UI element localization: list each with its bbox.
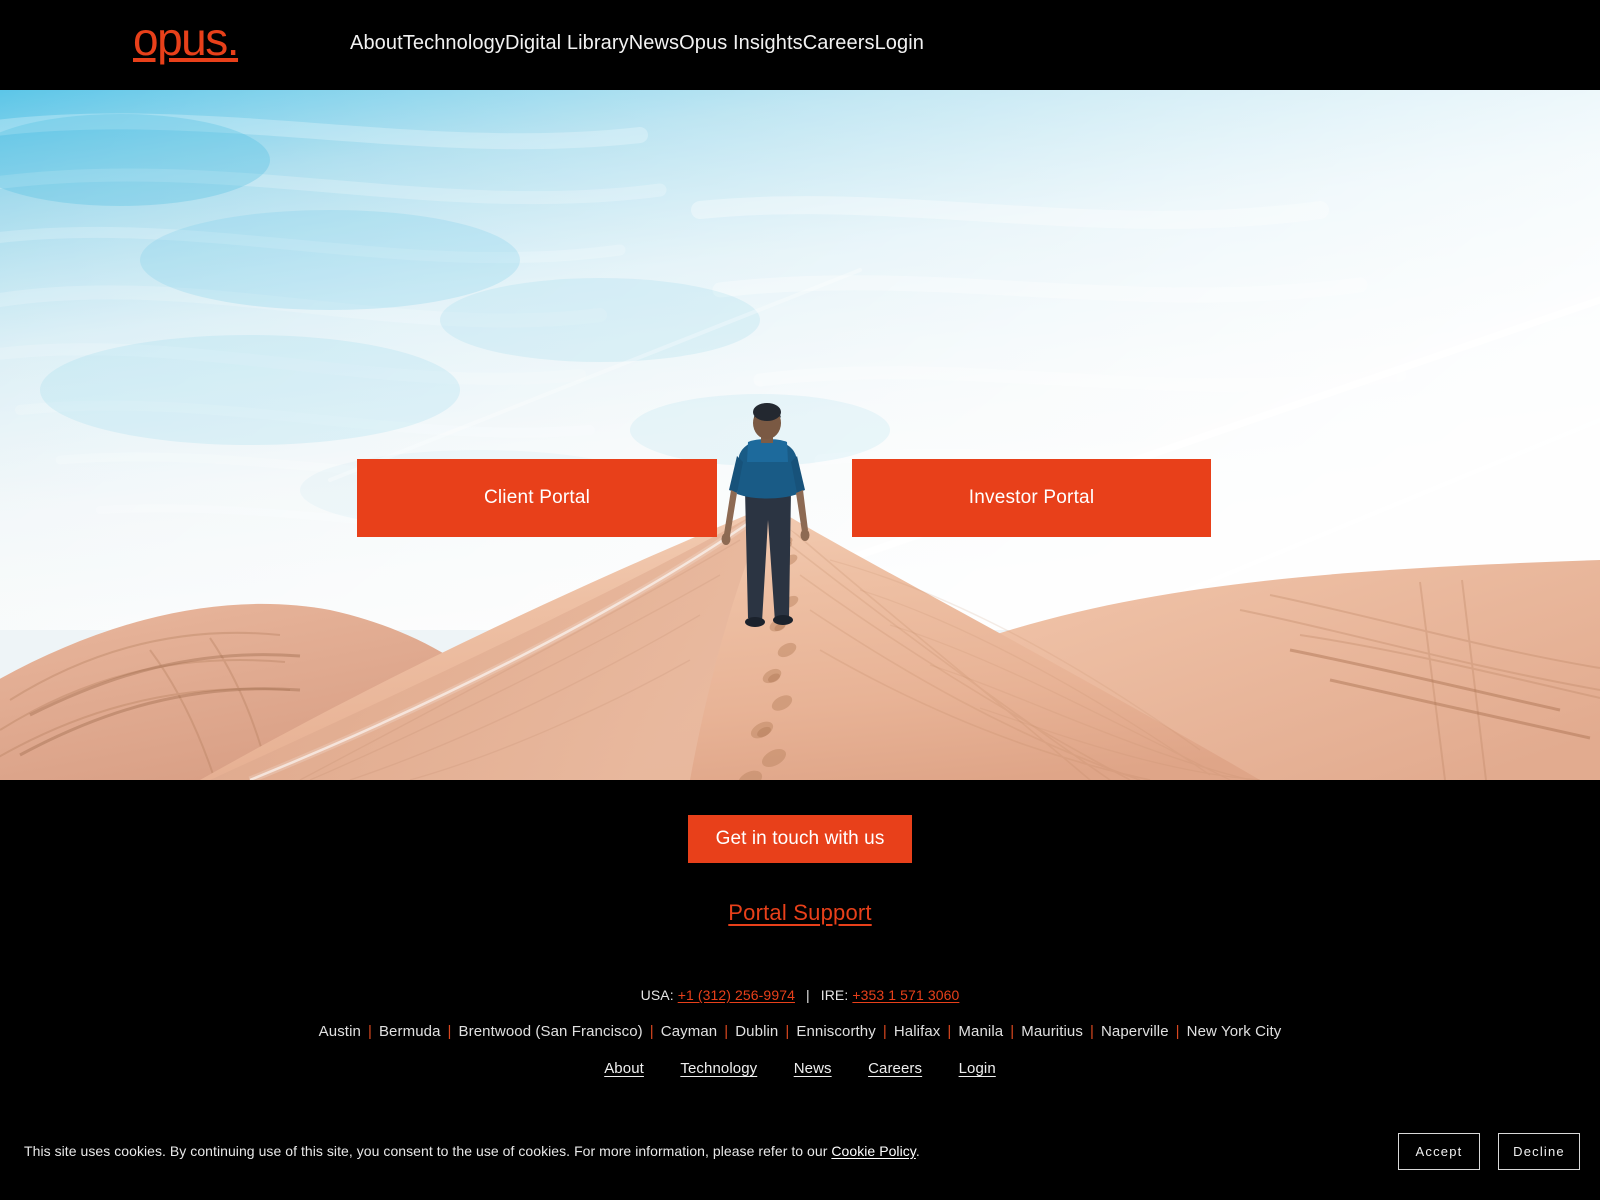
client-portal-button[interactable]: Client Portal xyxy=(357,459,717,537)
city-name: Austin xyxy=(318,1023,361,1040)
city-name: Cayman xyxy=(660,1023,718,1040)
footer-link-technology[interactable]: Technology xyxy=(680,1060,757,1077)
footer-link-careers[interactable]: Careers xyxy=(868,1060,922,1077)
city-name: Bermuda xyxy=(378,1023,441,1040)
cookie-accept-button[interactable]: Accept xyxy=(1398,1133,1480,1170)
site-header: opus. About Technology Digital Library N… xyxy=(0,0,1600,90)
cookie-message: This site uses cookies. By continuing us… xyxy=(24,1143,920,1159)
city-separator: | xyxy=(785,1023,790,1040)
cookie-policy-link[interactable]: Cookie Policy xyxy=(831,1143,915,1159)
city-name: Mauritius xyxy=(1021,1023,1083,1040)
footer-link-login[interactable]: Login xyxy=(959,1060,996,1077)
cookie-consent-banner: This site uses cookies. By continuing us… xyxy=(0,1112,1600,1200)
city-name: Dublin xyxy=(735,1023,779,1040)
city-separator: | xyxy=(1010,1023,1015,1040)
portal-support-container: Portal Support xyxy=(0,900,1600,926)
hero-section: Client Portal Investor Portal xyxy=(0,90,1600,780)
ire-label: IRE: xyxy=(820,987,849,1003)
get-in-touch-button[interactable]: Get in touch with us xyxy=(688,815,912,863)
city-name: New York City xyxy=(1186,1023,1282,1040)
city-separator: | xyxy=(649,1023,654,1040)
city-name: Naperville xyxy=(1100,1023,1169,1040)
nav-item-about[interactable]: About xyxy=(350,30,403,56)
nav-item-login[interactable]: Login xyxy=(875,30,924,56)
city-name: Enniscorthy xyxy=(796,1023,876,1040)
city-name: Manila xyxy=(958,1023,1004,1040)
nav-item-technology[interactable]: Technology xyxy=(403,30,505,56)
footer-link-about[interactable]: About xyxy=(604,1060,644,1077)
investor-portal-button[interactable]: Investor Portal xyxy=(852,459,1211,537)
city-separator: | xyxy=(724,1023,729,1040)
contact-separator: | xyxy=(805,987,810,1003)
cookie-actions: Accept Decline xyxy=(1398,1133,1580,1170)
contact-phone-line: USA: +1 (312) 256-9974 | IRE: +353 1 571… xyxy=(0,987,1600,1003)
city-separator: | xyxy=(1175,1023,1180,1040)
city-name: Halifax xyxy=(893,1023,941,1040)
usa-phone-link[interactable]: +1 (312) 256-9974 xyxy=(678,987,795,1003)
footer-link-news[interactable]: News xyxy=(794,1060,832,1077)
city-separator: | xyxy=(367,1023,372,1040)
usa-label: USA: xyxy=(640,987,674,1003)
nav-item-careers[interactable]: Careers xyxy=(803,30,875,56)
office-cities-list: Austin | Bermuda | Brentwood (San Francisco)… xyxy=(0,1023,1600,1040)
nav-item-news[interactable]: News xyxy=(629,30,679,56)
cookie-decline-button[interactable]: Decline xyxy=(1498,1133,1580,1170)
nav-item-opus-insights[interactable]: Opus Insights xyxy=(679,30,803,56)
cookie-text-after: . xyxy=(915,1143,920,1159)
city-separator: | xyxy=(882,1023,887,1040)
main-navigation: About Technology Digital Library News Op… xyxy=(350,30,924,56)
city-separator: | xyxy=(947,1023,952,1040)
footer-navigation: About Technology News Careers Login xyxy=(0,1060,1600,1078)
city-name: Brentwood (San Francisco) xyxy=(458,1023,643,1040)
page-root: opus. About Technology Digital Library N… xyxy=(0,0,1600,1200)
city-separator: | xyxy=(447,1023,452,1040)
hero-desert-image xyxy=(0,90,1600,780)
logo-opus[interactable]: opus. xyxy=(133,16,240,62)
city-separator: | xyxy=(1089,1023,1094,1040)
cta-container: Get in touch with us xyxy=(0,815,1600,863)
cookie-text-before: This site uses cookies. By continuing us… xyxy=(24,1143,832,1159)
portal-support-link[interactable]: Portal Support xyxy=(728,900,871,925)
nav-item-digital-library[interactable]: Digital Library xyxy=(505,30,629,56)
ire-phone-link[interactable]: +353 1 571 3060 xyxy=(852,987,959,1003)
